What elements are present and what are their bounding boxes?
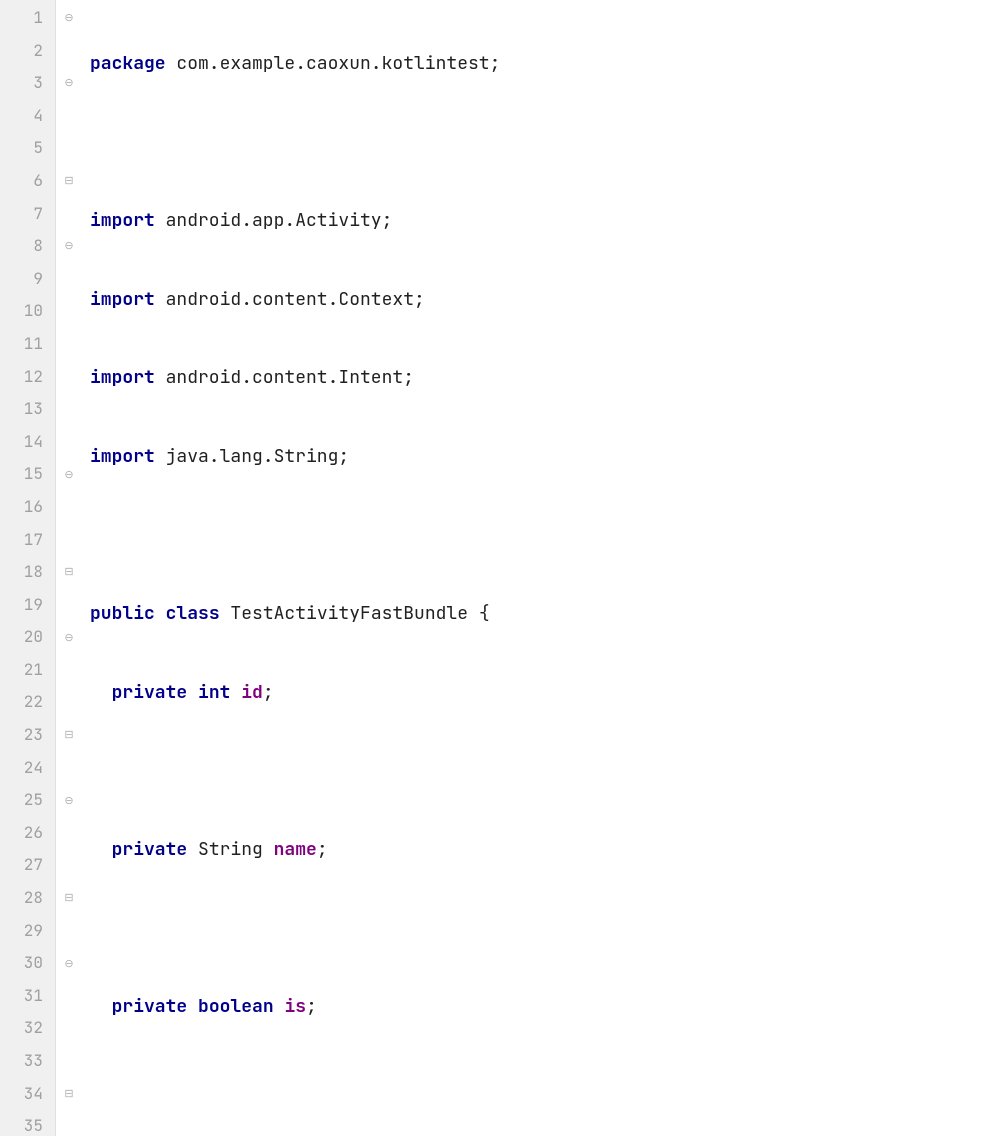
- line-number: 17: [0, 524, 55, 557]
- fold-icon[interactable]: ⊟: [64, 565, 73, 579]
- line-number: 13: [0, 393, 55, 426]
- fold-gutter: ⊖ ⊖ ⊟ ⊖ ⊖ ⊟ ⊖ ⊟ ⊖ ⊟ ⊖ ⊟: [56, 0, 82, 1136]
- line-number: 34: [0, 1078, 55, 1111]
- fold-cell: [56, 1012, 82, 1045]
- line-number: 23: [0, 719, 55, 752]
- fold-cell: [56, 35, 82, 68]
- code-line: private boolean is;: [90, 991, 1000, 1024]
- fold-cell: [56, 849, 82, 882]
- code-line: import java.lang.String;: [90, 441, 1000, 474]
- fold-cell: [56, 1110, 82, 1143]
- fold-cell: [56, 817, 82, 850]
- fold-icon[interactable]: ⊖: [64, 468, 73, 482]
- code-line: import android.app.Activity;: [90, 205, 1000, 238]
- line-number: 29: [0, 915, 55, 948]
- fold-cell: [56, 491, 82, 524]
- code-line: [90, 1070, 1000, 1103]
- fold-cell: ⊖: [56, 2, 82, 35]
- line-number: 33: [0, 1045, 55, 1078]
- fold-cell: [56, 1045, 82, 1078]
- line-number: 30: [0, 947, 55, 980]
- line-number: 19: [0, 589, 55, 622]
- fold-cell: ⊖: [56, 67, 82, 100]
- code-line: [90, 755, 1000, 788]
- fold-icon[interactable]: ⊟: [64, 1087, 73, 1101]
- line-number-gutter: 1234567891011121314151617181920212223242…: [0, 0, 56, 1136]
- code-line: public class TestActivityFastBundle {: [90, 598, 1000, 631]
- fold-cell: [56, 198, 82, 231]
- line-number: 15: [0, 458, 55, 491]
- code-line: [90, 913, 1000, 946]
- fold-cell: [56, 589, 82, 622]
- fold-icon[interactable]: ⊟: [64, 728, 73, 742]
- fold-cell: [56, 361, 82, 394]
- fold-cell: ⊟: [56, 165, 82, 198]
- fold-cell: ⊟: [56, 882, 82, 915]
- line-number: 5: [0, 132, 55, 165]
- line-number: 22: [0, 686, 55, 719]
- line-number: 28: [0, 882, 55, 915]
- line-number: 27: [0, 849, 55, 882]
- fold-cell: [56, 295, 82, 328]
- line-number: 6: [0, 165, 55, 198]
- fold-cell: ⊟: [56, 719, 82, 752]
- fold-cell: ⊖: [56, 947, 82, 980]
- fold-icon[interactable]: ⊟: [64, 174, 73, 188]
- line-number: 2: [0, 35, 55, 68]
- fold-icon[interactable]: ⊖: [64, 631, 73, 645]
- fold-cell: [56, 328, 82, 361]
- line-number: 9: [0, 263, 55, 296]
- line-number: 7: [0, 198, 55, 231]
- line-number: 3: [0, 67, 55, 100]
- fold-icon[interactable]: ⊖: [64, 239, 73, 253]
- line-number: 31: [0, 980, 55, 1013]
- line-number: 12: [0, 361, 55, 394]
- fold-icon[interactable]: ⊖: [64, 11, 73, 25]
- code-line: import android.content.Intent;: [90, 362, 1000, 395]
- line-number: 26: [0, 817, 55, 850]
- code-line: private String name;: [90, 834, 1000, 867]
- code-editor[interactable]: package com.example.caoxun.kotlintest; i…: [82, 0, 1000, 1136]
- line-number: 4: [0, 100, 55, 133]
- line-number: 21: [0, 654, 55, 687]
- fold-cell: [56, 752, 82, 785]
- line-number: 11: [0, 328, 55, 361]
- fold-cell: ⊖: [56, 784, 82, 817]
- code-line: package com.example.caoxun.kotlintest;: [90, 48, 1000, 81]
- line-number: 18: [0, 556, 55, 589]
- line-number: 25: [0, 784, 55, 817]
- line-number: 24: [0, 752, 55, 785]
- fold-cell: [56, 915, 82, 948]
- fold-cell: [56, 426, 82, 459]
- fold-cell: [56, 980, 82, 1013]
- fold-cell: [56, 263, 82, 296]
- line-number: 20: [0, 621, 55, 654]
- fold-icon[interactable]: ⊟: [64, 891, 73, 905]
- fold-cell: [56, 132, 82, 165]
- fold-cell: [56, 100, 82, 133]
- fold-icon[interactable]: ⊖: [64, 957, 73, 971]
- fold-cell: ⊟: [56, 556, 82, 589]
- line-number: 8: [0, 230, 55, 263]
- fold-cell: [56, 654, 82, 687]
- fold-icon[interactable]: ⊖: [64, 794, 73, 808]
- fold-cell: ⊖: [56, 621, 82, 654]
- fold-cell: [56, 686, 82, 719]
- line-number: 35: [0, 1110, 55, 1143]
- line-number: 10: [0, 295, 55, 328]
- code-line: private int id;: [90, 677, 1000, 710]
- line-number: 14: [0, 426, 55, 459]
- line-number: 32: [0, 1012, 55, 1045]
- code-line: [90, 127, 1000, 160]
- fold-cell: ⊖: [56, 458, 82, 491]
- fold-cell: [56, 393, 82, 426]
- code-line: [90, 520, 1000, 553]
- line-number: 16: [0, 491, 55, 524]
- fold-icon[interactable]: ⊖: [64, 76, 73, 90]
- fold-cell: [56, 524, 82, 557]
- code-line: import android.content.Context;: [90, 284, 1000, 317]
- line-number: 1: [0, 2, 55, 35]
- fold-cell: ⊖: [56, 230, 82, 263]
- fold-cell: ⊟: [56, 1078, 82, 1111]
